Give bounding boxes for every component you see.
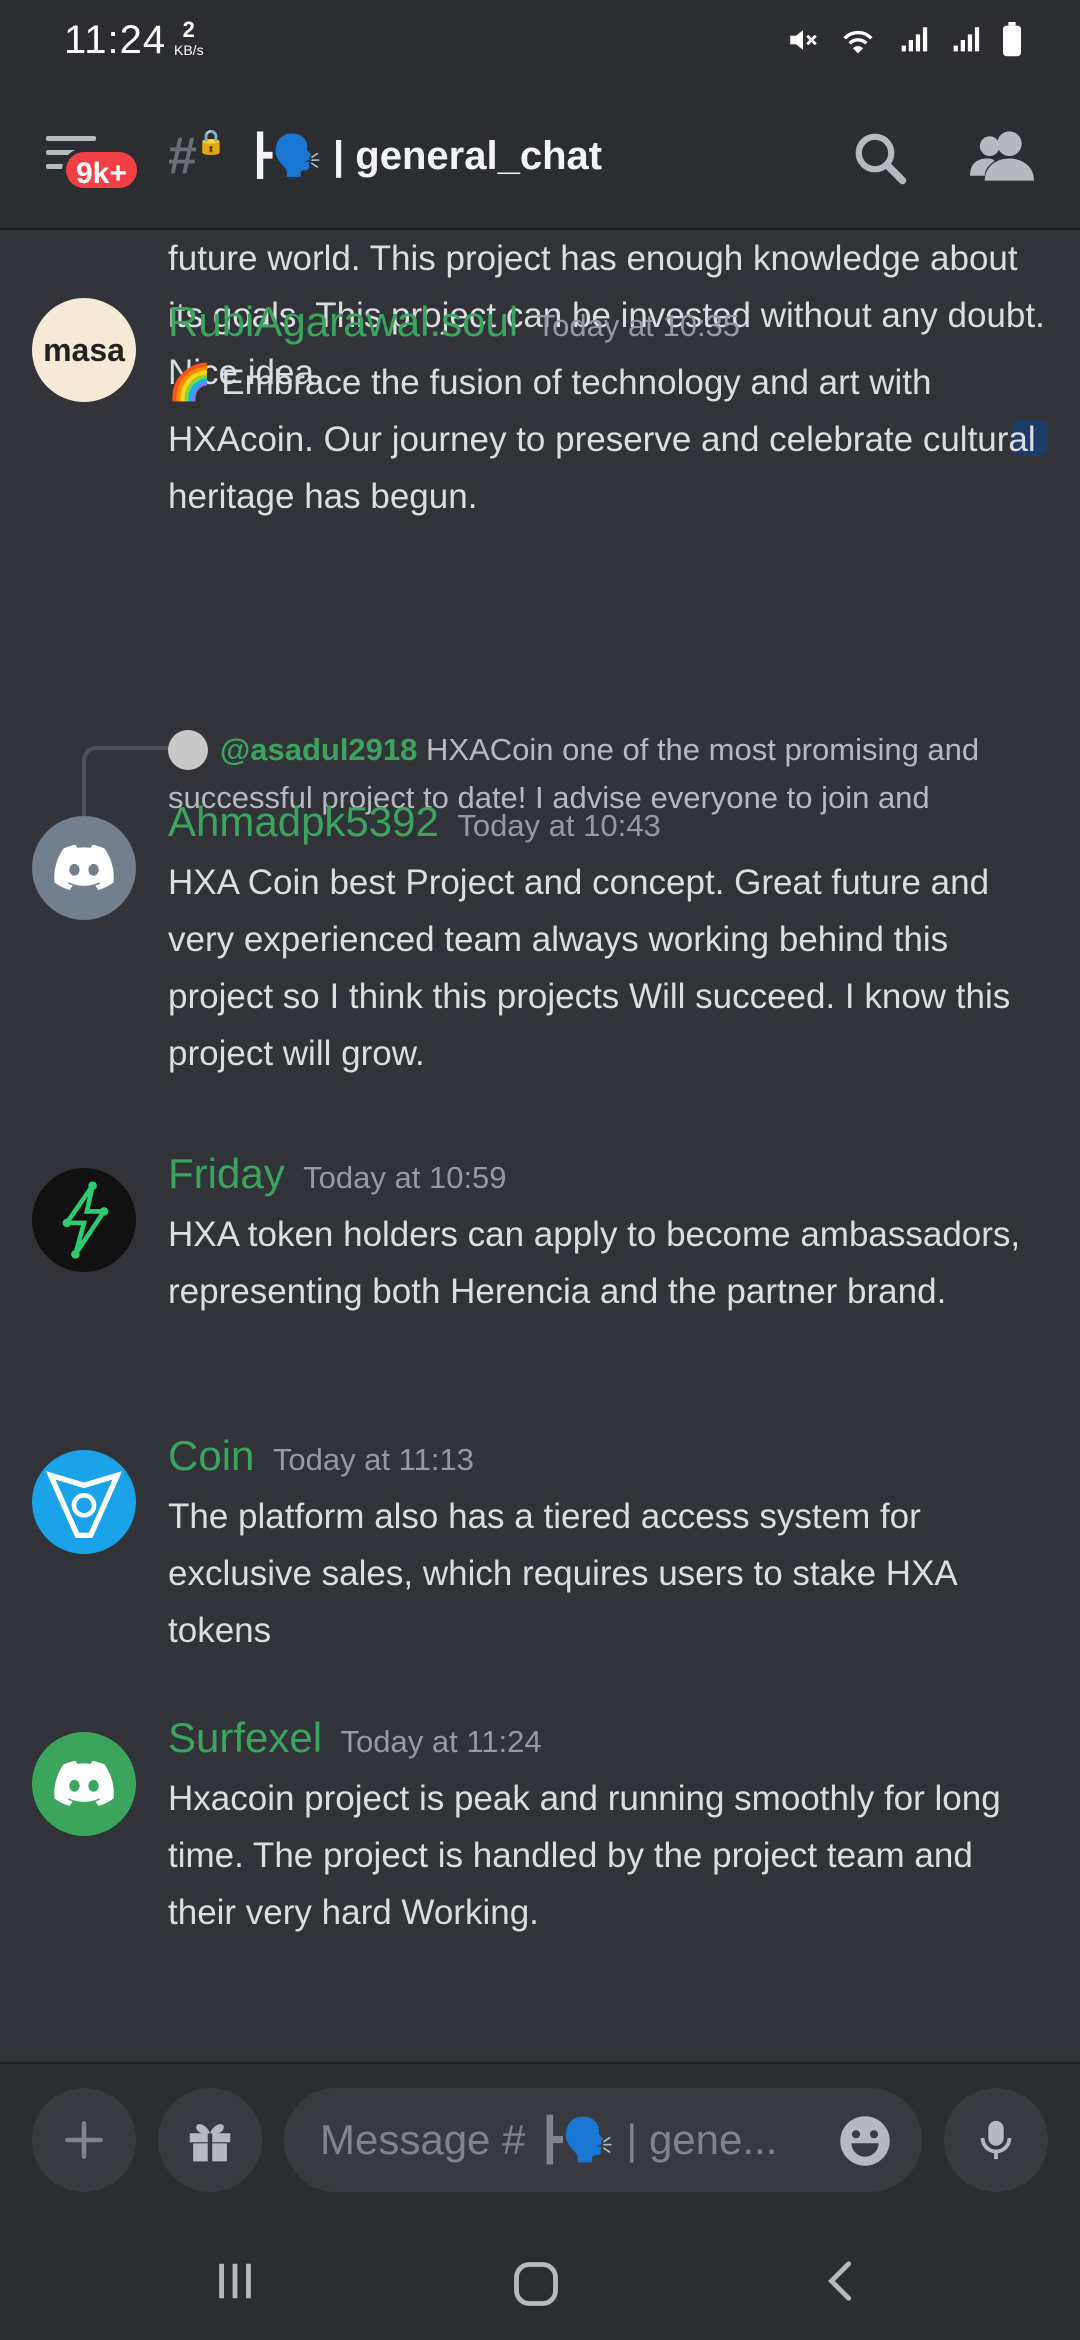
message-header: Coin Today at 11:13 bbox=[168, 1432, 474, 1480]
signal-icon-2 bbox=[953, 27, 980, 52]
wifi-icon bbox=[843, 30, 873, 54]
channel-header: 9k+ # 🔒 ┣🗣️ | general_chat bbox=[0, 82, 1080, 230]
system-nav-bar bbox=[0, 2218, 1080, 2340]
gift-button[interactable] bbox=[158, 2088, 262, 2192]
status-bar: 11:24 2 KB/s bbox=[0, 0, 1080, 82]
timestamp: Today at 10:43 bbox=[457, 808, 661, 843]
voice-message-button[interactable] bbox=[944, 2088, 1048, 2192]
emoji-icon[interactable] bbox=[838, 2114, 892, 2168]
mute-icon bbox=[790, 30, 817, 50]
discord-logo-icon bbox=[54, 1760, 114, 1806]
recent-apps-icon[interactable] bbox=[212, 2258, 258, 2304]
lightning-logo-icon bbox=[62, 1181, 109, 1259]
avatar[interactable] bbox=[32, 1450, 136, 1554]
username[interactable]: RubiAgarawal.soul bbox=[168, 298, 518, 345]
message-text: Hxacoin project is peak and running smoo… bbox=[168, 1779, 1001, 1932]
network-speed: 2 KB/s bbox=[174, 17, 204, 60]
message-input[interactable]: Message # ┣🗣️ | gene... bbox=[284, 2088, 922, 2192]
message-header: RubiAgarawal.soul Today at 10:35 bbox=[168, 298, 740, 346]
unread-badge: 9k+ bbox=[62, 148, 141, 192]
username[interactable]: Ahmadpk5392 bbox=[168, 798, 439, 845]
lock-icon: 🔒 bbox=[196, 129, 226, 156]
back-icon[interactable] bbox=[818, 2258, 864, 2304]
timestamp: Today at 11:24 bbox=[340, 1724, 542, 1759]
username[interactable]: Coin bbox=[168, 1432, 254, 1479]
timestamp: Today at 10:35 bbox=[536, 308, 741, 343]
network-speed-value: 2 bbox=[182, 17, 195, 42]
message-header: Friday Today at 10:59 bbox=[168, 1150, 507, 1198]
channel-title[interactable]: ┣🗣️ | general_chat bbox=[248, 132, 602, 179]
message-header: Ahmadpk5392 Today at 10:43 bbox=[168, 798, 661, 846]
battery-icon bbox=[1003, 22, 1021, 57]
avatar[interactable] bbox=[32, 1732, 136, 1836]
channel-hash-icon: # bbox=[168, 127, 197, 185]
username[interactable]: Friday bbox=[168, 1150, 285, 1197]
avatar[interactable] bbox=[32, 1168, 136, 1272]
search-icon[interactable] bbox=[850, 128, 910, 188]
reply-mention[interactable]: @asadul2918 bbox=[220, 732, 417, 767]
username[interactable]: Surfexel bbox=[168, 1714, 322, 1761]
home-icon[interactable] bbox=[510, 2258, 562, 2310]
message-text: The platform also has a tiered access sy… bbox=[168, 1497, 956, 1650]
network-speed-unit: KB/s bbox=[174, 42, 204, 58]
coin-logo-icon bbox=[45, 1471, 123, 1538]
add-attachment-button[interactable] bbox=[32, 2088, 136, 2192]
avatar-logo-text: masa bbox=[43, 331, 125, 368]
message-composer: Message # ┣🗣️ | gene... bbox=[0, 2062, 1080, 2218]
avatar[interactable] bbox=[32, 816, 136, 920]
message-header: Surfexel Today at 11:24 bbox=[168, 1714, 542, 1762]
mic-icon bbox=[980, 2120, 1012, 2160]
timestamp: Today at 10:59 bbox=[303, 1160, 507, 1195]
status-icons bbox=[786, 22, 1024, 58]
message-text: 🌈 Embrace the fusion of technology and a… bbox=[168, 363, 1036, 516]
discord-logo-icon bbox=[54, 844, 114, 890]
message-list[interactable]: future world. This project has enough kn… bbox=[0, 230, 1080, 2062]
message-text: HXA token holders can apply to become am… bbox=[168, 1215, 1021, 1311]
plus-icon bbox=[65, 2121, 103, 2159]
signal-icon bbox=[901, 27, 928, 52]
avatar[interactable]: masa bbox=[32, 298, 136, 402]
members-icon[interactable] bbox=[970, 126, 1034, 186]
gift-icon bbox=[189, 2124, 231, 2163]
timestamp: Today at 11:13 bbox=[272, 1442, 474, 1477]
status-time: 11:24 bbox=[64, 18, 167, 62]
message-text: HXA Coin best Project and concept. Great… bbox=[168, 863, 1011, 1073]
